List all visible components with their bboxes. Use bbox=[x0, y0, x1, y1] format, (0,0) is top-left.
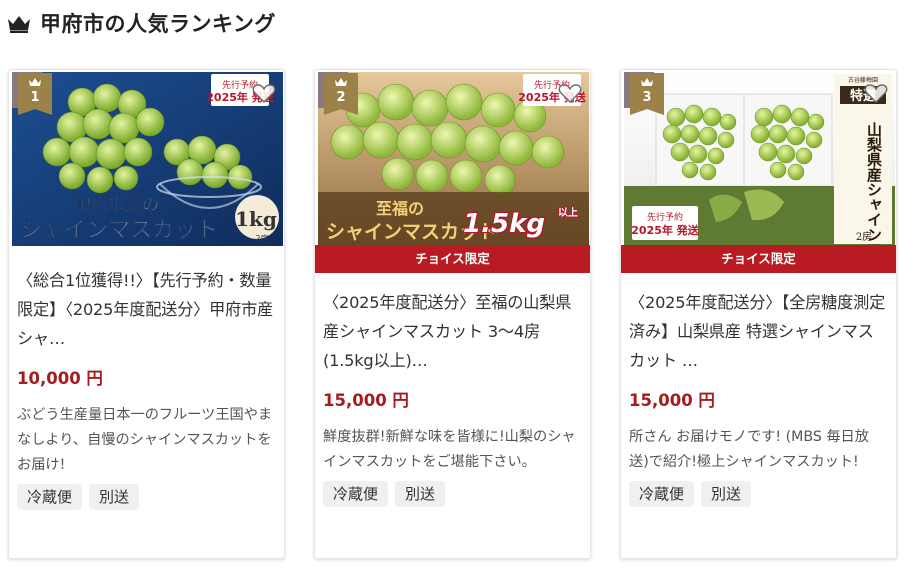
tag-list: 冷蔵便 別送 bbox=[629, 481, 888, 507]
rank-badge: 3 bbox=[630, 73, 664, 115]
image-weight: 1kg bbox=[235, 207, 277, 231]
heart-icon[interactable] bbox=[558, 82, 582, 104]
card-body: 〈2025年度配送分〉至福の山梨県産シャインマスカット 3〜4房(1.5kg以上… bbox=[323, 288, 582, 507]
product-image[interactable]: 先行予約 2025年 発送 甲府市産の シャインマスカット 1kg 2房 bbox=[12, 72, 283, 246]
product-title[interactable]: 〈2025年度配送分〉【全房糖度測定済み】山梨県産 特選シャインマスカット … bbox=[629, 288, 888, 375]
tag-refrigerated: 冷蔵便 bbox=[323, 481, 389, 507]
rank-number: 1 bbox=[30, 90, 40, 105]
product-description: ぶどう生産量日本一のフルーツ王国やまなしより、自慢のシャインマスカットをお届け! bbox=[17, 407, 273, 473]
crown-icon bbox=[641, 78, 653, 86]
product-title[interactable]: 〈2025年度配送分〉至福の山梨県産シャインマスカット 3〜4房(1.5kg以上… bbox=[323, 288, 582, 375]
rank-badge: 2 bbox=[324, 73, 358, 115]
tag-refrigerated: 冷蔵便 bbox=[17, 484, 83, 510]
tag-separate-shipping: 別送 bbox=[89, 484, 140, 510]
product-title[interactable]: 〈総合1位獲得!!〉【先行予約・数量限定】〈2025年度配送分〉甲府市産 シャ… bbox=[17, 266, 276, 353]
rank-badge: 1 bbox=[18, 73, 52, 115]
image-headline-2: シャインマスカット bbox=[20, 218, 218, 243]
crown-icon bbox=[335, 78, 347, 86]
rank-number: 2 bbox=[336, 90, 346, 105]
tag-separate-shipping: 別送 bbox=[395, 481, 446, 507]
tag-refrigerated: 冷蔵便 bbox=[629, 481, 695, 507]
tag-list: 冷蔵便 別送 bbox=[323, 481, 582, 507]
choice-limited-banner: チョイス限定 bbox=[621, 245, 896, 273]
image-corner-label: 2025年 発送 bbox=[631, 223, 699, 237]
product-card-1[interactable]: 先行予約 2025年 発送 甲府市産の シャインマスカット 1kg 2房 1 〈… bbox=[8, 69, 285, 559]
product-price: 15,000 円 bbox=[629, 391, 715, 410]
crown-icon bbox=[8, 16, 30, 33]
card-body: 〈総合1位獲得!!〉【先行予約・数量限定】〈2025年度配送分〉甲府市産 シャ…… bbox=[17, 266, 276, 510]
product-price: 15,000 円 bbox=[323, 391, 409, 410]
image-headline-1: 甲府市産の bbox=[74, 194, 159, 215]
product-card-2[interactable]: 先行予約 2025年 発送 至福の シャインマスカット 1.5kg 以上 2 チ… bbox=[314, 69, 591, 559]
product-image[interactable]: 先行予約 2025年 発送 至福の シャインマスカット 1.5kg 以上 bbox=[318, 72, 589, 246]
image-headline-1: 至福の bbox=[376, 199, 424, 218]
product-price: 10,000 円 bbox=[17, 369, 103, 388]
product-card-3[interactable]: 古谷藤梅園 特選 山梨県産シャインマスカット 2房 先行予約 2025年 発送 … bbox=[620, 69, 897, 559]
card-body: 〈2025年度配送分〉【全房糖度測定済み】山梨県産 特選シャインマスカット … … bbox=[629, 288, 888, 507]
image-weight-suffix: 以上 bbox=[558, 206, 578, 219]
section-header: 甲府市の人気ランキング bbox=[6, 8, 276, 38]
image-vertical-title: 山梨県産シャインマスカット bbox=[865, 122, 883, 246]
heart-icon[interactable] bbox=[864, 82, 888, 104]
image-count: 2房 bbox=[856, 230, 872, 243]
tag-separate-shipping: 別送 bbox=[701, 481, 752, 507]
section-title: 甲府市の人気ランキング bbox=[40, 12, 276, 36]
image-corner-tag: 先行予約 bbox=[647, 211, 683, 223]
choice-limited-banner: チョイス限定 bbox=[315, 245, 590, 273]
crown-icon bbox=[29, 78, 41, 86]
product-description: 鮮度抜群!新鮮な味を皆様に!山梨のシャインマスカットをご堪能下さい。 bbox=[323, 429, 576, 470]
image-weight: 1.5kg bbox=[463, 209, 545, 239]
product-image[interactable]: 古谷藤梅園 特選 山梨県産シャインマスカット 2房 先行予約 2025年 発送 bbox=[624, 72, 895, 246]
heart-icon[interactable] bbox=[252, 82, 276, 104]
rank-number: 3 bbox=[642, 90, 652, 105]
product-description: 所さん お届けモノです! (MBS 毎日放送)で紹介!極上シャインマスカット! bbox=[629, 429, 869, 470]
tag-list: 冷蔵便 別送 bbox=[17, 484, 276, 510]
image-count: 2房 bbox=[255, 233, 268, 243]
